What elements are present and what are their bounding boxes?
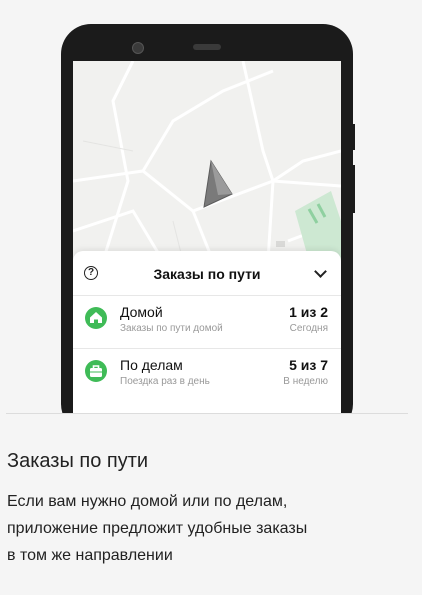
order-subtitle: Заказы по пути домой: [120, 323, 223, 334]
sheet-title: Заказы по пути: [153, 266, 261, 282]
orders-sheet: ? Заказы по пути Домой Заказы по пути до…: [73, 251, 341, 413]
order-row-home[interactable]: Домой Заказы по пути домой 1 из 2 Сегодн…: [73, 296, 341, 348]
sheet-header: ? Заказы по пути: [73, 251, 341, 295]
map-view: [73, 61, 341, 261]
order-period: Сегодня: [289, 323, 328, 334]
order-period: В неделю: [283, 376, 328, 387]
home-icon: [85, 307, 107, 329]
order-count: 5 из 7: [289, 357, 328, 373]
section-divider: [6, 413, 408, 414]
phone-side-button: [352, 124, 355, 150]
feature-description: Если вам нужно домой или по делам, прило…: [7, 493, 308, 564]
order-title: Домой: [120, 304, 163, 320]
order-row-business[interactable]: По делам Поездка раз в день 5 из 7 В нед…: [73, 349, 341, 401]
order-title: По делам: [120, 357, 183, 373]
camera-icon: [132, 42, 144, 54]
phone-illustration: ? Заказы по пути Домой Заказы по пути до…: [0, 0, 422, 413]
order-subtitle: Поездка раз в день: [120, 376, 210, 387]
briefcase-icon: [85, 360, 107, 382]
feature-title: Заказы по пути: [7, 450, 149, 472]
speaker-grille: [193, 44, 221, 50]
phone-side-button: [352, 165, 355, 213]
order-count: 1 из 2: [289, 304, 328, 320]
phone-screen: ? Заказы по пути Домой Заказы по пути до…: [73, 61, 341, 413]
